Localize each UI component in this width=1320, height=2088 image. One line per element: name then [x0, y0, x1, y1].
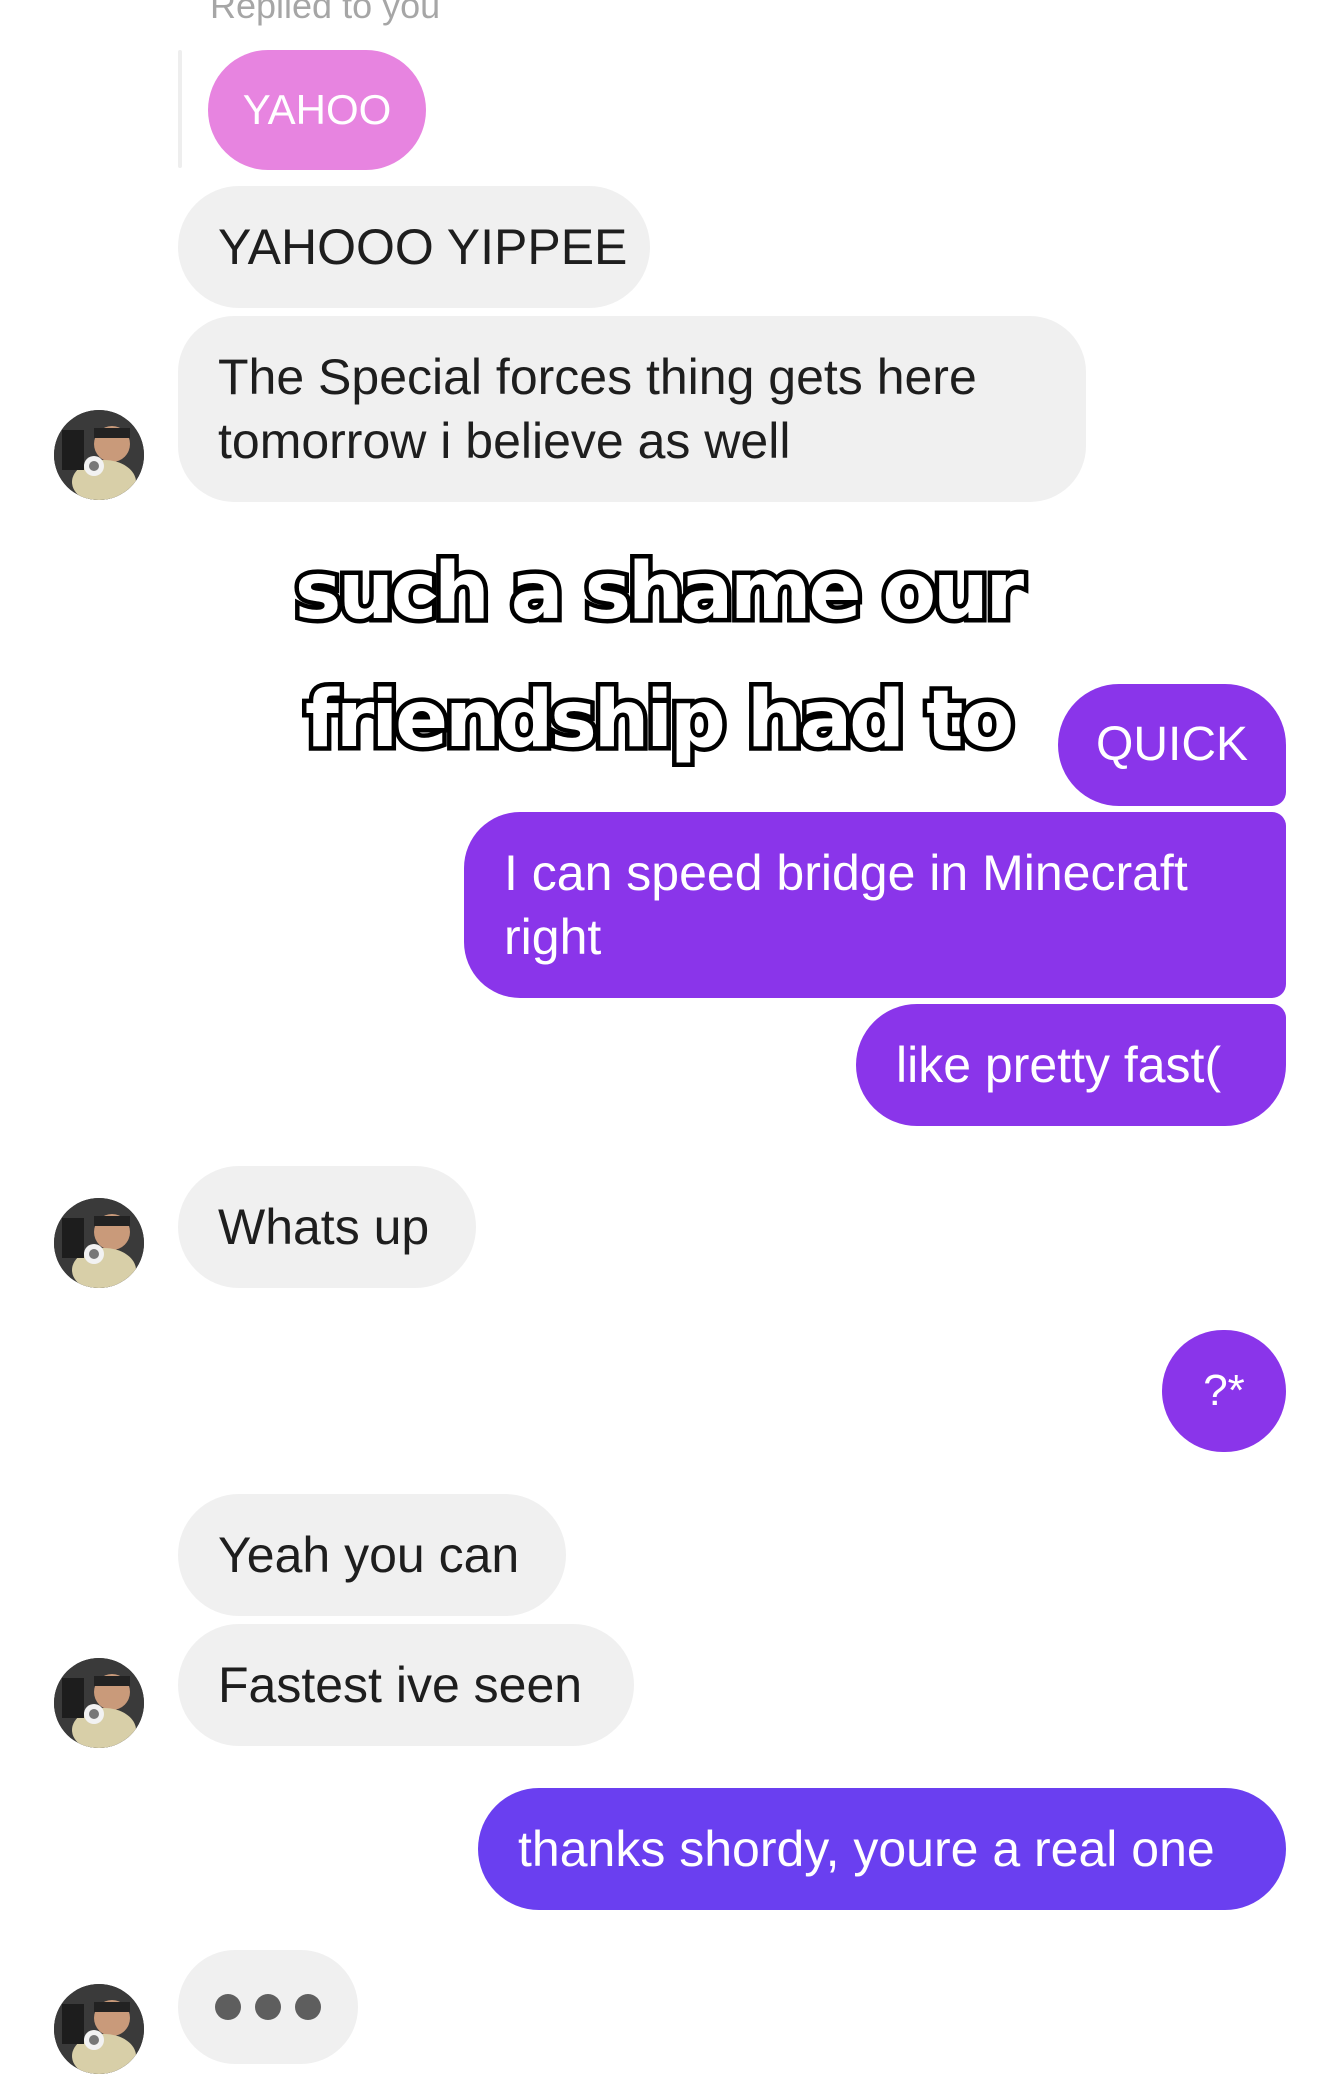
outgoing-message[interactable]: QUICK [1058, 684, 1286, 806]
avatar-photo-icon [54, 410, 144, 500]
chat-thread: Replied to you YAHOO YAHOOO YIPPEE The S… [0, 0, 1320, 2088]
caption-line: friendship had to [300, 671, 1018, 770]
typing-dot-icon [215, 1994, 241, 2020]
contact-avatar[interactable] [54, 410, 144, 500]
video-caption-overlay: such a shame our friendship had to [228, 528, 1088, 784]
incoming-message[interactable]: Fastest ive seen [178, 1624, 634, 1746]
typing-dot-icon [255, 1994, 281, 2020]
incoming-message[interactable]: Yeah you can [178, 1494, 566, 1616]
incoming-message[interactable]: YAHOOO YIPPEE [178, 186, 650, 308]
outgoing-message[interactable]: I can speed bridge in Minecraft right [464, 812, 1286, 998]
reply-indicator-bar [178, 50, 182, 168]
typing-dot-icon [295, 1994, 321, 2020]
replied-message-quote[interactable]: YAHOO [208, 50, 426, 170]
reply-context-label: Replied to you [210, 0, 441, 26]
outgoing-message[interactable]: like pretty fast( [856, 1004, 1286, 1126]
outgoing-message[interactable]: thanks shordy, youre a real one [478, 1788, 1286, 1910]
avatar-photo-icon [54, 1984, 144, 2074]
incoming-message[interactable]: Whats up [178, 1166, 476, 1288]
avatar-photo-icon [54, 1658, 144, 1748]
contact-avatar[interactable] [54, 1984, 144, 2074]
typing-indicator [178, 1950, 358, 2064]
contact-avatar[interactable] [54, 1658, 144, 1748]
contact-avatar[interactable] [54, 1198, 144, 1288]
outgoing-message[interactable]: ?* [1162, 1330, 1286, 1452]
avatar-photo-icon [54, 1198, 144, 1288]
incoming-message[interactable]: The Special forces thing gets here tomor… [178, 316, 1086, 502]
caption-line: such a shame our [290, 543, 1028, 642]
